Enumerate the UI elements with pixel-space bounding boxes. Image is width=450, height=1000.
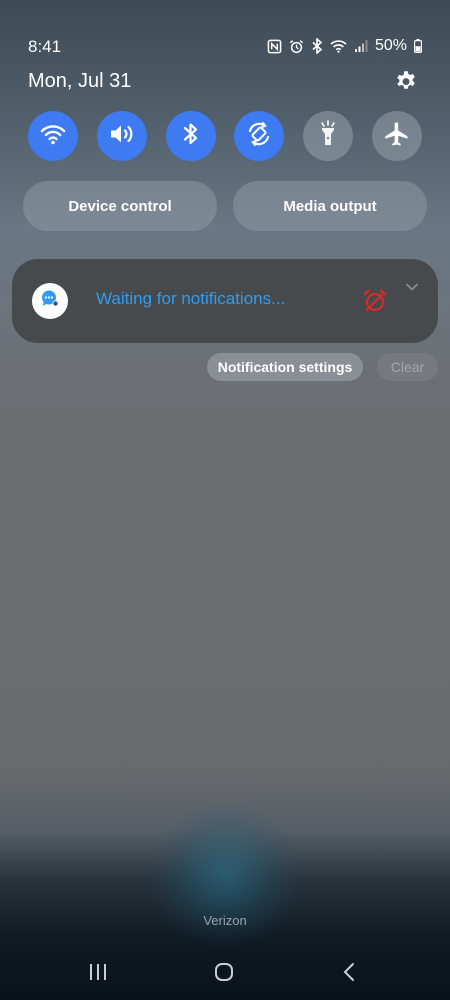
status-icons: 50% <box>267 36 422 56</box>
recent-apps-icon <box>88 963 108 986</box>
airplane-mode-toggle[interactable] <box>372 111 422 161</box>
media-output-button[interactable]: Media output <box>233 181 427 231</box>
bluetooth-icon <box>311 38 323 54</box>
nfc-icon <box>267 39 282 54</box>
chevron-down-icon[interactable] <box>405 279 419 297</box>
battery-percent: 50% <box>374 37 407 54</box>
status-bar: 8:41 50% <box>0 0 450 60</box>
home-button[interactable] <box>209 962 239 986</box>
gear-icon <box>393 71 419 98</box>
clear-button[interactable]: Clear <box>377 353 438 381</box>
date-label: Mon, Jul 31 <box>28 70 132 92</box>
battery-icon <box>414 39 422 53</box>
carrier-label: Verizon <box>203 913 247 928</box>
wifi-icon <box>330 39 347 53</box>
navigation-bar <box>0 950 450 1000</box>
device-control-button[interactable]: Device control <box>23 181 217 231</box>
quick-settings-row <box>28 111 422 161</box>
chat-bubble-icon <box>38 287 62 316</box>
bluetooth-icon <box>182 121 200 152</box>
flashlight-toggle[interactable] <box>303 111 353 161</box>
recent-apps-button[interactable] <box>83 962 113 986</box>
settings-button[interactable] <box>393 68 419 94</box>
notification-settings-button[interactable]: Notification settings <box>207 353 363 381</box>
back-icon <box>342 962 356 987</box>
alarm-icon <box>289 39 304 54</box>
bluetooth-toggle[interactable] <box>166 111 216 161</box>
sound-toggle[interactable] <box>97 111 147 161</box>
notification-card[interactable]: Waiting for notifications... <box>12 259 438 343</box>
home-icon <box>214 962 234 987</box>
alarm-off-icon <box>362 288 388 319</box>
airplane-icon <box>383 120 411 153</box>
auto-rotate-icon <box>245 120 273 153</box>
flashlight-icon <box>318 119 338 153</box>
back-button[interactable] <box>334 962 364 986</box>
wifi-toggle[interactable] <box>28 111 78 161</box>
status-time: 8:41 <box>28 37 62 56</box>
app-icon <box>32 283 68 319</box>
auto-rotate-toggle[interactable] <box>234 111 284 161</box>
notification-text: Waiting for notifications... <box>96 289 286 308</box>
signal-icon <box>354 39 368 53</box>
sound-icon <box>108 122 136 151</box>
wifi-icon <box>40 123 66 150</box>
